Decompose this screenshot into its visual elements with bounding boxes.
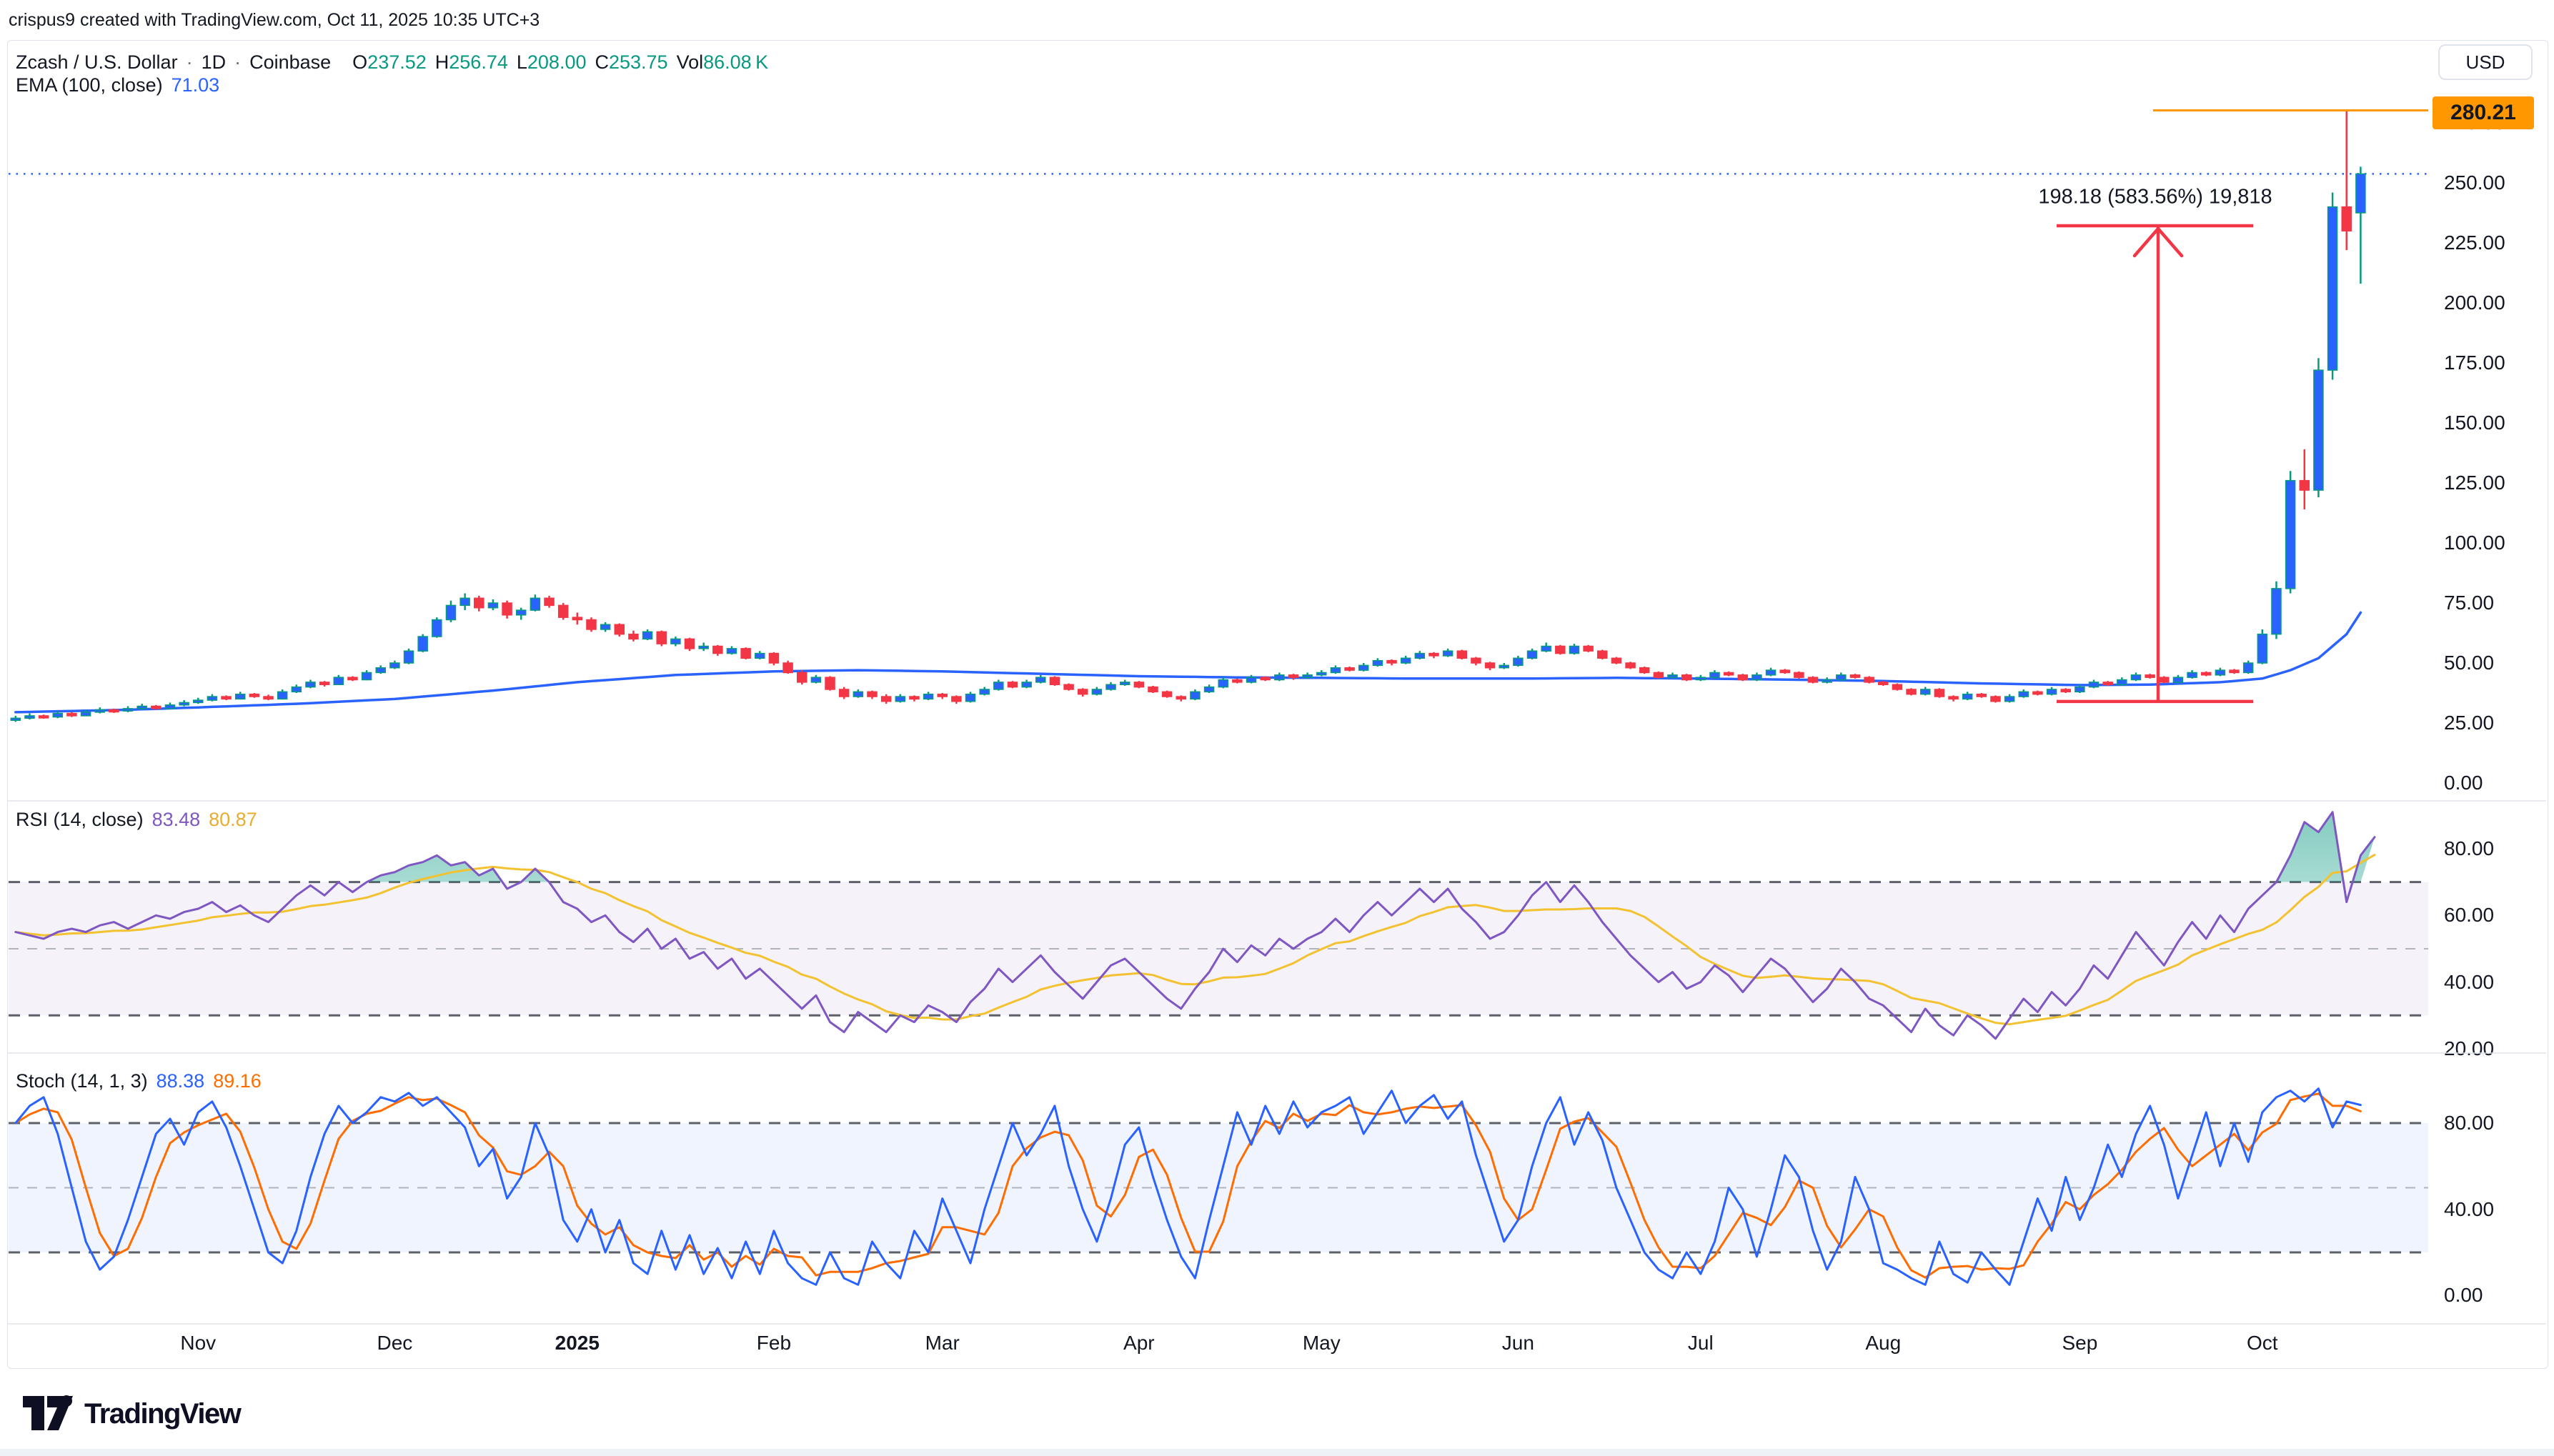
ema-legend[interactable]: EMA (100, close) 71.03 [16,74,219,96]
high-label: H256.74 [435,51,508,74]
chart-canvas[interactable] [0,0,2554,1456]
low-label: L208.00 [517,51,587,74]
interval-label: 1D [202,51,227,74]
exchange-label: Coinbase [249,51,331,74]
measure-annotation: 198.18 (583.56%) 19,818 [2038,186,2272,209]
symbol-legend[interactable]: Zcash / U.S. Dollar · 1D · Coinbase O237… [16,51,768,74]
stoch-legend[interactable]: Stoch (14, 1, 3) 88.38 89.16 [16,1070,262,1092]
symbol-title: Zcash / U.S. Dollar [16,51,178,74]
tradingview-snapshot: crispus9 created with TradingView.com, O… [0,0,2554,1456]
open-label: O237.52 [352,51,427,74]
ema-value: 71.03 [172,74,220,96]
close-label: C253.75 [595,51,667,74]
stoch-d-value: 89.16 [213,1070,262,1092]
price-line-flag[interactable]: 280.21 [2433,96,2534,129]
rsi-value: 83.48 [152,809,201,831]
volume-label: Vol86.08 K [677,51,769,74]
stoch-k-value: 88.38 [156,1070,205,1092]
rsi-legend[interactable]: RSI (14, close) 83.48 80.87 [16,809,257,831]
rsi-ma-value: 80.87 [209,809,257,831]
